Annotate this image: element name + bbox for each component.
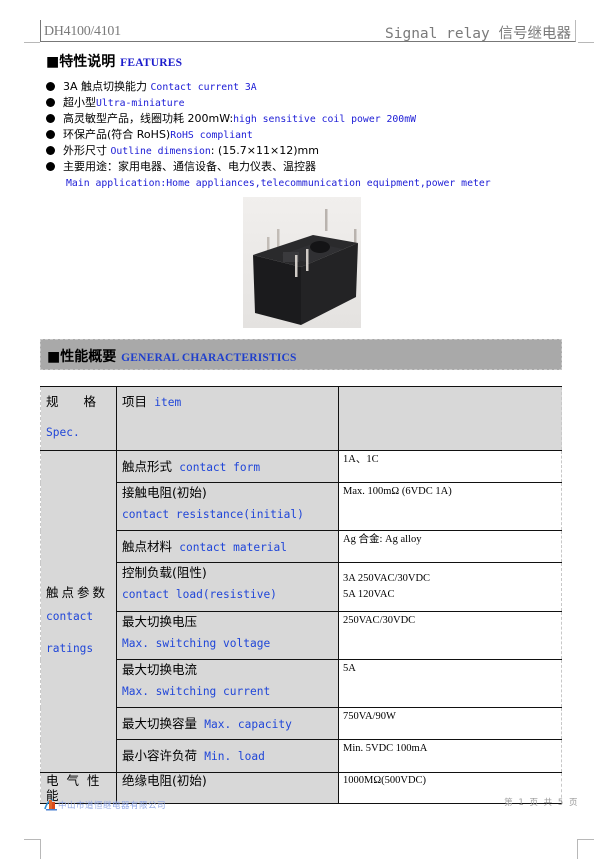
header-spec-cell: 规 格 Spec.	[40, 386, 117, 451]
bullet-icon	[46, 130, 55, 139]
corner-mark-right-h	[578, 839, 594, 840]
table-row: 最大切换电流 Max. switching current 5A	[41, 659, 562, 708]
header-item-cell: 项目 item	[116, 386, 339, 451]
feature-item: 环保产品(符合 RoHS)RoHS compliant	[46, 127, 491, 143]
general-title-en: GENERAL CHARACTERISTICS	[121, 352, 297, 364]
header-category: Signal relay 信号继电器	[385, 26, 571, 42]
header-model: DH4100/4101	[44, 24, 121, 39]
footer-page-number: 第 1 页 共 5 页	[504, 798, 579, 808]
features-title-zh: ■特性说明	[46, 54, 116, 70]
header-rule-right	[578, 42, 594, 43]
feature-item: 超小型Ultra-miniature	[46, 95, 491, 111]
table-row: 最小容许负荷 Min. load Min. 5VDC 100mA	[41, 739, 562, 773]
features-list: 3A 触点切换能力 Contact current 3A 超小型Ultra-mi…	[46, 79, 491, 191]
bullet-icon	[46, 82, 55, 91]
relay-photo-icon	[243, 197, 361, 328]
feature-item: 外形尺寸 Outline dimension: (15.7×11×12)mm	[46, 143, 491, 159]
group-contact-ratings: 触点参数 contact ratings	[40, 450, 117, 773]
table-header-row: 规 格 Spec. 项目 item	[40, 386, 562, 451]
corner-mark-left-h	[24, 839, 40, 840]
product-image	[243, 197, 361, 328]
corner-mark-right-v	[577, 839, 578, 859]
table-row: 触点参数 contact ratings 触点形式 contact form 1…	[40, 450, 562, 773]
table-row: 接触电阻(初始) contact resistance(initial) Max…	[41, 482, 562, 531]
header-value-cell	[338, 386, 562, 451]
footer-company-name: 中山市道恒继电器有限公司	[58, 801, 167, 811]
bullet-icon	[46, 146, 55, 155]
bullet-icon	[46, 162, 55, 171]
table-row: 最大切换容量 Max. capacity 750VA/90W	[41, 707, 562, 740]
table-row: 控制负载(阻性) contact load(resistive) 3A 250V…	[41, 562, 562, 612]
feature-application-en: Main application:Home appliances,telecom…	[66, 178, 491, 189]
feature-item: 3A 触点切换能力 Contact current 3A	[46, 79, 491, 95]
features-title-en: FEATURES	[120, 57, 183, 69]
header-rule-left	[24, 42, 40, 43]
corner-mark-left-v	[40, 839, 41, 859]
feature-item: 主要用途：家用电器、通信设备、电力仪表、温控器	[46, 159, 491, 175]
company-logo-icon	[44, 796, 58, 815]
features-heading: ■特性说明 FEATURES	[46, 51, 182, 71]
general-characteristics-heading: ■性能概要 GENERAL CHARACTERISTICS	[40, 339, 562, 370]
feature-item: 高灵敏型产品，线圈功耗 200mW:high sensitive coil po…	[46, 111, 491, 127]
bullet-icon	[46, 98, 55, 107]
general-title-zh: ■性能概要	[47, 349, 117, 365]
spec-table: 规 格 Spec. 项目 item 触点参数 contact ratings 触…	[40, 386, 562, 804]
table-row: 最大切换电压 Max. switching voltage 250VAC/30V…	[41, 611, 562, 660]
table-row: 触点材料 contact material Ag 合金: Ag alloy	[41, 530, 562, 563]
bullet-icon	[46, 114, 55, 123]
